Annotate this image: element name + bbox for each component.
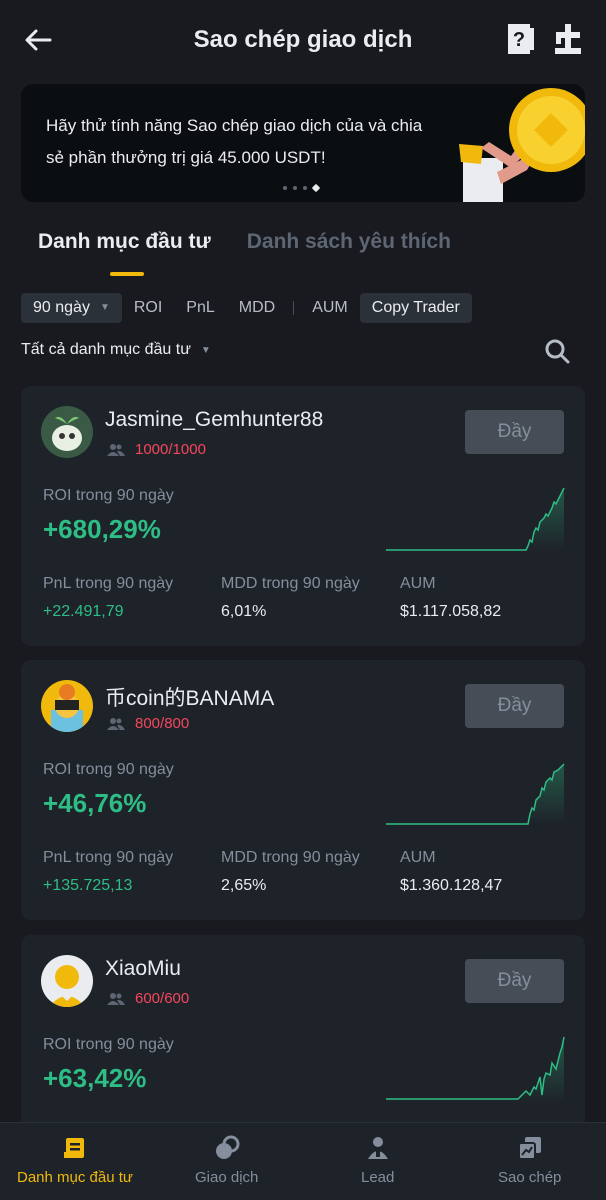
nav-label: Sao chép — [498, 1169, 562, 1186]
users-icon — [107, 717, 125, 730]
trader-card[interactable]: Jasmine_Gemhunter88 1000/1000 Đầy ROI tr… — [21, 386, 585, 646]
banner-text: Hãy thử tính năng Sao chép giao dịch của… — [46, 116, 423, 167]
aum-stat: AUM $1.360.128,47 — [400, 849, 502, 895]
nav-label: Danh mục đầu tư — [17, 1169, 133, 1186]
pnl-stat: PnL trong 90 ngày +135.725,13 — [43, 849, 173, 895]
pagination-dot-active — [311, 183, 321, 193]
aum-label: AUM — [400, 849, 436, 866]
nav-label: Giao dịch — [195, 1169, 259, 1186]
full-button[interactable]: Đầy — [465, 684, 564, 728]
roi-value: +46,76% — [43, 788, 147, 818]
mdd-stat: MDD trong 90 ngày 2,65% — [221, 849, 360, 895]
roi-value: +680,29% — [43, 514, 161, 544]
roi-sparkline — [386, 487, 565, 551]
page-title: Sao chép giao dịch — [193, 26, 413, 53]
nav-copy[interactable]: Sao chép — [498, 1135, 561, 1186]
trader-name[interactable]: Jasmine_Gemhunter88 — [105, 408, 323, 432]
promo-banner[interactable]: Hãy thử tính năng Sao chép giao dịch của… — [21, 84, 585, 202]
trader-card[interactable]: 币coin的BANAMA 800/800 Đầy ROI trong 90 ng… — [21, 660, 585, 920]
lead-trader-icon[interactable] — [553, 22, 583, 56]
nav-label: Lead — [361, 1169, 395, 1186]
follower-count: 600/600 — [107, 990, 189, 1007]
search-icon[interactable] — [544, 338, 570, 364]
sort-roi[interactable]: ROI — [122, 293, 174, 323]
svg-text:?: ? — [513, 29, 525, 51]
aum-value: $1.117.058,82 — [400, 603, 502, 620]
trader-avatar — [41, 955, 93, 1007]
follower-count: 1000/1000 — [107, 441, 206, 458]
pagination-dot — [283, 186, 287, 190]
users-icon — [107, 443, 125, 456]
portfolio-type-label: Tất cả danh mục đầu tư — [21, 341, 191, 358]
follower-count-value: 800/800 — [135, 715, 190, 732]
roi-sparkline — [386, 1036, 565, 1103]
mdd-value: 6,01% — [221, 603, 267, 620]
sort-mdd[interactable]: MDD — [227, 293, 287, 323]
tab-favorites[interactable]: Danh sách yêu thích — [247, 230, 451, 276]
trader-card[interactable]: XiaoMiu 600/600 Đầy ROI trong 90 ngày +6… — [21, 935, 585, 1135]
main-tabs: Danh mục đầu tư Danh sách yêu thích — [38, 230, 451, 276]
pnl-label: PnL trong 90 ngày — [43, 849, 174, 866]
full-button[interactable]: Đầy — [465, 410, 564, 454]
banner-pagination — [283, 183, 321, 193]
tab-portfolio[interactable]: Danh mục đầu tư — [38, 230, 211, 276]
mdd-label: MDD trong 90 ngày — [221, 849, 360, 866]
aum-value: $1.360.128,47 — [400, 877, 503, 894]
coin-illustration — [459, 88, 585, 202]
filter-bar: 90 ngày ▼ ROI PnL MDD AUM Copy Trader — [21, 293, 472, 323]
full-button[interactable]: Đầy — [465, 959, 564, 1003]
pnl-label: PnL trong 90 ngày — [43, 575, 174, 592]
trader-name[interactable]: 币coin的BANAMA — [105, 682, 274, 712]
nav-portfolio[interactable]: Danh mục đầu tư — [17, 1135, 133, 1186]
mdd-label: MDD trong 90 ngày — [221, 575, 360, 592]
follower-count-value: 1000/1000 — [135, 441, 206, 458]
aum-stat: AUM $1.117.058,82 — [400, 575, 501, 621]
top-header: Sao chép giao dịch ? — [0, 0, 606, 80]
trader-avatar — [41, 406, 93, 458]
sort-pnl[interactable]: PnL — [174, 293, 226, 323]
help-icon[interactable]: ? — [505, 22, 535, 56]
follower-count-value: 600/600 — [135, 990, 190, 1007]
sort-aum[interactable]: AUM — [300, 293, 360, 323]
nav-lead[interactable]: Lead — [361, 1135, 394, 1186]
pagination-dot — [293, 186, 297, 190]
roi-value: +63,42% — [43, 1063, 147, 1093]
trader-name[interactable]: XiaoMiu — [105, 957, 181, 981]
follower-count: 800/800 — [107, 715, 189, 732]
pnl-stat: PnL trong 90 ngày +22.491,79 — [43, 575, 173, 621]
mdd-stat: MDD trong 90 ngày 6,01% — [221, 575, 360, 621]
portfolio-icon — [63, 1138, 84, 1158]
roi-label: ROI trong 90 ngày — [43, 487, 174, 504]
pnl-value: +135.725,13 — [43, 877, 133, 894]
period-dropdown[interactable]: 90 ngày ▼ — [21, 293, 122, 323]
divider — [293, 301, 295, 315]
roi-label: ROI trong 90 ngày — [43, 761, 174, 778]
portfolio-type-dropdown[interactable]: Tất cả danh mục đầu tư ▼ — [21, 341, 211, 359]
bottom-nav: Danh mục đầu tư Giao dịch Lead Sao chép — [0, 1122, 606, 1200]
pnl-value: +22.491,79 — [43, 603, 124, 620]
back-arrow-icon[interactable] — [22, 24, 54, 56]
lead-icon — [367, 1137, 388, 1159]
mdd-value: 2,65% — [221, 877, 267, 894]
copy-icon — [517, 1137, 541, 1160]
pagination-dot — [303, 186, 307, 190]
filter-copy-trader[interactable]: Copy Trader — [359, 293, 472, 323]
period-label: 90 ngày — [33, 299, 90, 316]
caret-down-icon: ▼ — [200, 344, 211, 356]
aum-label: AUM — [400, 575, 436, 592]
trader-avatar — [41, 680, 93, 732]
nav-trade[interactable]: Giao dịch — [195, 1135, 258, 1186]
users-icon — [107, 992, 125, 1005]
trade-icon — [215, 1135, 240, 1159]
roi-label: ROI trong 90 ngày — [43, 1036, 174, 1053]
roi-sparkline — [386, 763, 565, 825]
caret-down-icon: ▼ — [99, 302, 110, 313]
